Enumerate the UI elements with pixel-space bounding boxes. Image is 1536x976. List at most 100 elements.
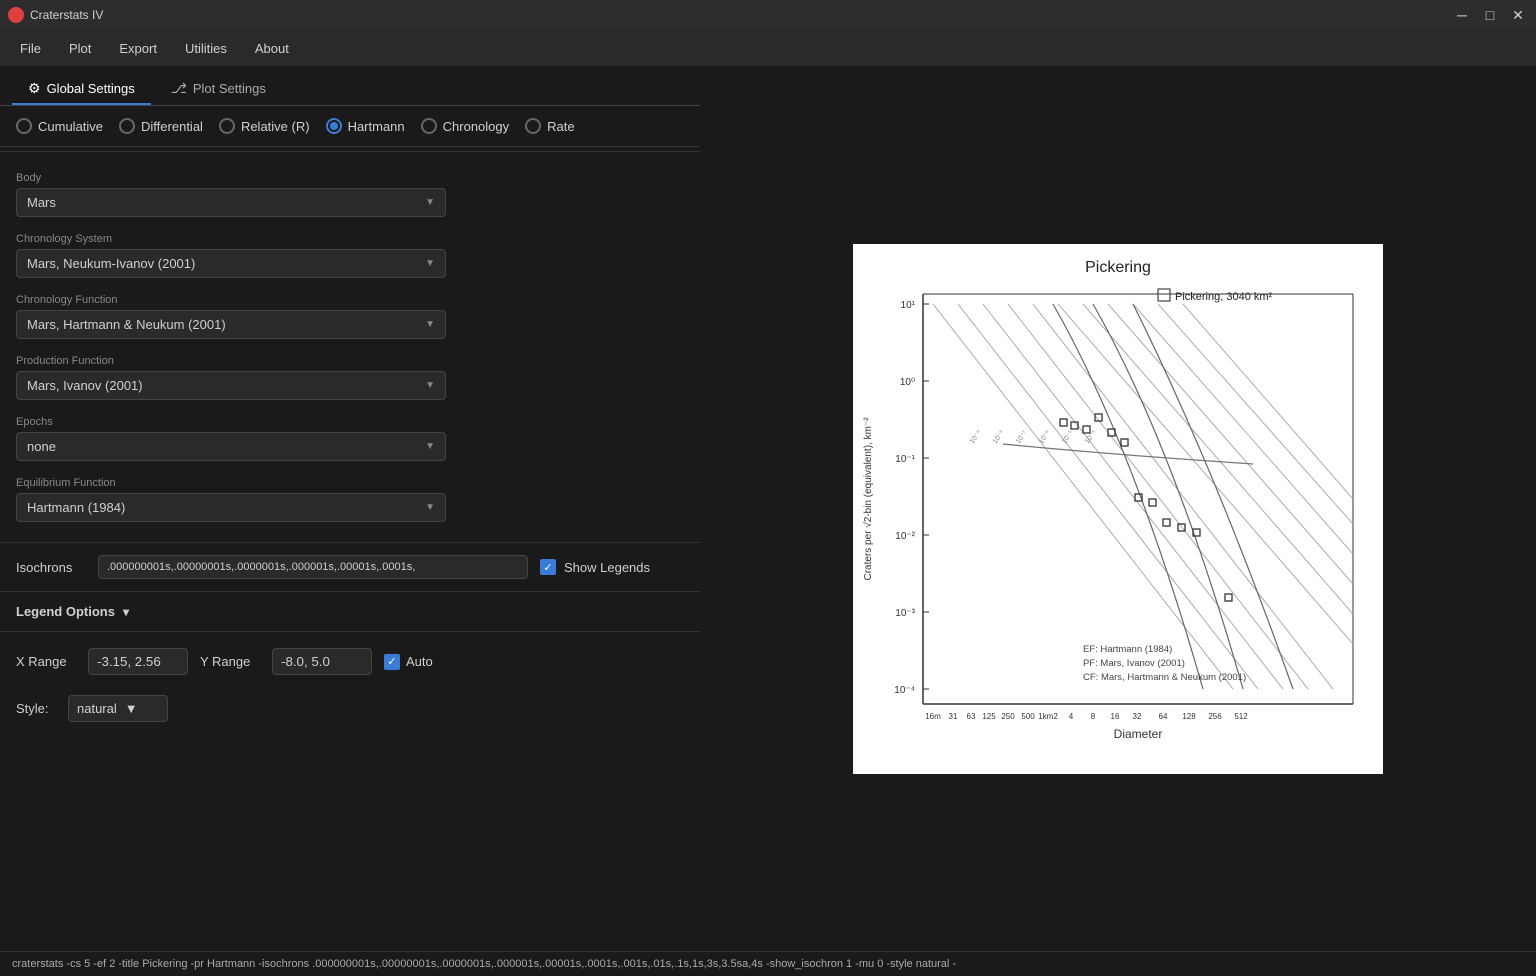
- radio-cumulative-label: Cumulative: [38, 119, 103, 134]
- equilibrium-function-select[interactable]: Hartmann (1984) ▼: [16, 493, 446, 522]
- chronology-function-field-group: Chronology Function Mars, Hartmann & Neu…: [16, 294, 684, 339]
- app-icon: [8, 7, 24, 23]
- svg-text:31: 31: [949, 712, 958, 721]
- chevron-down-icon: ▾: [123, 605, 129, 619]
- auto-checkbox[interactable]: [384, 654, 400, 670]
- svg-text:8: 8: [1091, 712, 1096, 721]
- chronology-function-label: Chronology Function: [16, 294, 684, 306]
- production-function-arrow: ▼: [425, 380, 435, 391]
- chronology-system-select[interactable]: Mars, Neukum-Ivanov (2001) ▼: [16, 249, 446, 278]
- settings-area: Body Mars ▼ Chronology System Mars, Neuk…: [0, 156, 700, 538]
- svg-text:512: 512: [1234, 712, 1248, 721]
- body-select[interactable]: Mars ▼: [16, 188, 446, 217]
- tab-bar: ⚙ Global Settings ⎇ Plot Settings: [0, 66, 700, 106]
- radio-chronology-label: Chronology: [443, 119, 510, 134]
- epochs-value: none: [27, 439, 56, 454]
- svg-text:250: 250: [1001, 712, 1015, 721]
- svg-text:Pickering: Pickering: [1085, 259, 1151, 276]
- svg-text:CF: Mars, Hartmann & Neukum (2: CF: Mars, Hartmann & Neukum (2001): [1083, 672, 1246, 683]
- chronology-system-field-group: Chronology System Mars, Neukum-Ivanov (2…: [16, 233, 684, 278]
- svg-text:Craters per √2-bin (equivalent: Craters per √2-bin (equivalent), km⁻²: [862, 416, 874, 580]
- style-label: Style:: [16, 701, 56, 716]
- equilibrium-function-field-group: Equilibrium Function Hartmann (1984) ▼: [16, 477, 684, 522]
- show-legends-checkbox[interactable]: [540, 559, 556, 575]
- production-function-select[interactable]: Mars, Ivanov (2001) ▼: [16, 371, 446, 400]
- main-content: ⚙ Global Settings ⎇ Plot Settings Cumula…: [0, 66, 1536, 951]
- radio-rate[interactable]: Rate: [525, 118, 574, 134]
- left-panel: ⚙ Global Settings ⎇ Plot Settings Cumula…: [0, 66, 700, 951]
- titlebar-left: Craterstats IV: [8, 7, 103, 23]
- svg-text:1km2: 1km2: [1038, 712, 1058, 721]
- epochs-arrow: ▼: [425, 441, 435, 452]
- equilibrium-function-value: Hartmann (1984): [27, 500, 125, 515]
- radio-rate-circle: [525, 118, 541, 134]
- y-range-label: Y Range: [200, 654, 260, 669]
- svg-text:125: 125: [982, 712, 996, 721]
- equilibrium-function-arrow: ▼: [425, 502, 435, 513]
- body-label: Body: [16, 172, 684, 184]
- svg-text:16m: 16m: [925, 712, 941, 721]
- style-row: Style: natural ▼: [0, 691, 700, 726]
- body-select-arrow: ▼: [425, 197, 435, 208]
- tab-global-settings[interactable]: ⚙ Global Settings: [12, 74, 151, 105]
- plot-icon: ⎇: [171, 80, 187, 97]
- body-value: Mars: [27, 195, 56, 210]
- epochs-select[interactable]: none ▼: [16, 432, 446, 461]
- chart-svg: Pickering Pickering, 3040 km² Craters pe…: [853, 244, 1383, 774]
- radio-hartmann-label: Hartmann: [348, 119, 405, 134]
- radio-relative-circle: [219, 118, 235, 134]
- chronology-system-label: Chronology System: [16, 233, 684, 245]
- menu-file[interactable]: File: [8, 37, 53, 60]
- svg-text:PF: Mars, Ivanov (2001): PF: Mars, Ivanov (2001): [1083, 658, 1185, 669]
- status-bar: craterstats -cs 5 -ef 2 -title Pickering…: [0, 951, 1536, 976]
- tab-plot-settings[interactable]: ⎇ Plot Settings: [155, 74, 282, 105]
- x-range-input[interactable]: [88, 648, 188, 675]
- titlebar-title: Craterstats IV: [30, 8, 103, 22]
- minimize-button[interactable]: ─: [1452, 7, 1472, 24]
- isochrons-row: Isochrons Show Legends: [0, 555, 700, 579]
- svg-text:10⁻¹: 10⁻¹: [895, 454, 915, 465]
- menu-utilities[interactable]: Utilities: [173, 37, 239, 60]
- epochs-field-group: Epochs none ▼: [16, 416, 684, 461]
- auto-label: Auto: [406, 654, 433, 669]
- radio-relative-label: Relative (R): [241, 119, 310, 134]
- chronology-system-value: Mars, Neukum-Ivanov (2001): [27, 256, 195, 271]
- chronology-function-select[interactable]: Mars, Hartmann & Neukum (2001) ▼: [16, 310, 446, 339]
- show-legends-row: Show Legends: [540, 559, 650, 575]
- menu-export[interactable]: Export: [107, 37, 169, 60]
- legend-options-header[interactable]: Legend Options ▾: [0, 596, 700, 627]
- production-function-value: Mars, Ivanov (2001): [27, 378, 143, 393]
- style-select-arrow: ▼: [125, 701, 138, 716]
- svg-text:10⁻⁴: 10⁻⁴: [894, 685, 915, 696]
- equilibrium-function-label: Equilibrium Function: [16, 477, 684, 489]
- legend-options-label: Legend Options: [16, 604, 115, 619]
- radio-differential[interactable]: Differential: [119, 118, 203, 134]
- maximize-button[interactable]: □: [1480, 7, 1500, 24]
- menu-plot[interactable]: Plot: [57, 37, 103, 60]
- svg-text:500: 500: [1021, 712, 1035, 721]
- chronology-system-arrow: ▼: [425, 258, 435, 269]
- titlebar-controls: ─ □ ✕: [1452, 7, 1528, 24]
- tab-plot-settings-label: Plot Settings: [193, 81, 266, 96]
- svg-text:32: 32: [1133, 712, 1142, 721]
- menu-about[interactable]: About: [243, 37, 301, 60]
- close-button[interactable]: ✕: [1508, 7, 1528, 24]
- radio-relative[interactable]: Relative (R): [219, 118, 310, 134]
- style-select[interactable]: natural ▼: [68, 695, 168, 722]
- radio-cumulative[interactable]: Cumulative: [16, 118, 103, 134]
- production-function-field-group: Production Function Mars, Ivanov (2001) …: [16, 355, 684, 400]
- y-range-input[interactable]: [272, 648, 372, 675]
- chart-container: Pickering Pickering, 3040 km² Craters pe…: [853, 244, 1383, 774]
- svg-text:10⁰: 10⁰: [900, 377, 915, 388]
- body-field-group: Body Mars ▼: [16, 172, 684, 217]
- isochrons-label: Isochrons: [16, 560, 86, 575]
- radio-chronology[interactable]: Chronology: [421, 118, 510, 134]
- isochrons-input[interactable]: [98, 555, 528, 579]
- radio-hartmann[interactable]: Hartmann: [326, 118, 405, 134]
- radio-differential-circle: [119, 118, 135, 134]
- plot-type-radio-group: Cumulative Differential Relative (R) Har…: [0, 106, 700, 147]
- epochs-label: Epochs: [16, 416, 684, 428]
- radio-differential-label: Differential: [141, 119, 203, 134]
- radio-hartmann-circle: [326, 118, 342, 134]
- chronology-function-arrow: ▼: [425, 319, 435, 330]
